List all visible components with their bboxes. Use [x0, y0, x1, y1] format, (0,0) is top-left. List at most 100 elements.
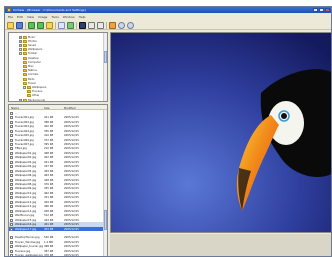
file-modified: 2005/12/15 [64, 245, 79, 249]
tree-item-label: Toucans [32, 90, 43, 94]
file-modified: 2005/12/15 [64, 223, 79, 227]
collapse-icon[interactable]: - [23, 85, 26, 89]
image-viewer[interactable] [110, 32, 331, 233]
tree-scroll-thumb[interactable] [104, 51, 107, 63]
image-file-icon [10, 134, 13, 138]
column-name[interactable]: Name [11, 106, 19, 110]
list-icon[interactable] [97, 21, 104, 29]
tree-item-label: Toolbar [28, 52, 38, 56]
menu-file[interactable]: File [8, 15, 13, 19]
collapse-icon[interactable]: - [19, 52, 22, 56]
search-icon[interactable] [58, 21, 65, 29]
file-size: 421 KB [44, 116, 54, 120]
file-modified: 2005/12/15 [64, 187, 79, 191]
file-size: 466 KB [44, 205, 54, 209]
expand-icon[interactable]: + [19, 98, 22, 101]
menu-window[interactable]: Window [63, 15, 75, 19]
file-modified: 2005/12/15 [64, 240, 79, 244]
image-file-icon [10, 178, 13, 182]
file-size: 210 KB [44, 147, 54, 151]
save-icon[interactable] [16, 21, 23, 29]
folder-tree[interactable]: + Music + Photos + Saved - Wallpapers - Toolbar De… [8, 32, 108, 102]
file-list-header: Name Size Modified [9, 105, 107, 110]
file-size: 448 KB [44, 178, 54, 182]
image-file-icon [10, 174, 13, 178]
tree-item-label: Wallpapers [28, 48, 43, 52]
file-modified: 2005/12/15 [64, 196, 79, 200]
file-name: Toucan007.jpg [15, 142, 34, 146]
expand-icon[interactable]: + [19, 35, 22, 39]
file-size: 410 KB [44, 134, 54, 138]
back-icon[interactable] [28, 21, 35, 29]
title-bar[interactable]: XnView - [Browser - C:\Documents and Set… [5, 7, 331, 13]
file-size: 453 KB [44, 227, 54, 231]
image-file-icon [10, 227, 13, 231]
file-size: 441 KB [44, 160, 54, 164]
file-name: Wallpaper15.jpg [15, 218, 37, 222]
close-button[interactable] [325, 8, 330, 12]
folder-icon [23, 81, 27, 85]
file-size: 372 KB [44, 138, 54, 142]
image-file-icon [10, 142, 13, 146]
tree-item-label: Travel [28, 81, 36, 85]
menu-edit[interactable]: Edit [17, 15, 23, 19]
file-modified: 2005/12/15 [64, 169, 79, 173]
forward-icon[interactable] [37, 21, 44, 29]
tree-item-label: Wallpapers [32, 85, 47, 89]
minimize-button[interactable] [313, 8, 318, 12]
collapse-icon[interactable]: - [19, 48, 22, 52]
tree-item[interactable]: + Backgrounds [19, 98, 45, 101]
file-size: 402 KB [44, 125, 54, 129]
menu-image[interactable]: Image [38, 15, 47, 19]
thumbnails-icon[interactable] [79, 21, 86, 29]
file-list[interactable]: Name Size Modified .. Toucan001.jpg 421 KB… [8, 104, 108, 256]
toolbar-separator [25, 21, 26, 29]
settings-icon[interactable] [118, 21, 125, 29]
file-modified: 2005/12/15 [64, 218, 79, 222]
open-icon[interactable] [7, 21, 14, 29]
file-row[interactable]: Toucan_wallpaper.jpg 476 KB 2005/12/15 [9, 253, 105, 256]
file-modified: 2005/12/15 [64, 214, 79, 218]
up-icon[interactable] [46, 21, 53, 29]
file-modified: 2005/12/15 [64, 147, 79, 151]
folder-icon [27, 90, 31, 94]
image-file-icon [10, 245, 13, 249]
menu-help[interactable]: Help [79, 15, 86, 19]
file-name: Toucan_Window.jpg [15, 240, 41, 244]
file-size: 459 KB [44, 169, 54, 173]
file-modified: 2005/12/15 [64, 227, 79, 231]
file-name: Wallpaper06.jpg [15, 174, 37, 178]
file-name: Toucan005.jpg [15, 134, 34, 138]
folder-icon [23, 77, 27, 81]
menu-view[interactable]: View [27, 15, 34, 19]
tree-item-label: Saved [28, 43, 37, 47]
image-file-icon [10, 218, 13, 222]
tree-scrollbar[interactable] [103, 33, 107, 101]
file-modified: 2005/12/15 [64, 156, 79, 160]
viewer-status-area [110, 234, 331, 256]
file-size: 498 KB [44, 245, 54, 249]
refresh-icon[interactable] [67, 21, 74, 29]
file-name: Wallpaper17.jpg [15, 227, 37, 231]
about-icon[interactable] [127, 21, 134, 29]
file-modified: 2005/12/15 [64, 160, 79, 164]
file-name: .. [15, 111, 17, 115]
column-modified[interactable]: Modified [64, 106, 75, 110]
file-list-scroll-thumb[interactable] [104, 210, 107, 230]
image-file-icon [10, 129, 13, 133]
details-icon[interactable] [88, 21, 95, 29]
file-size: 1.2 MB [44, 240, 53, 244]
file-size: 512 KB [44, 214, 54, 218]
file-name: Toucan002.jpg [15, 120, 34, 124]
maximize-button[interactable] [319, 8, 324, 12]
expand-icon[interactable]: + [19, 43, 22, 47]
file-list-scrollbar[interactable] [103, 110, 107, 256]
expand-icon[interactable]: + [19, 39, 22, 43]
slideshow-icon[interactable] [109, 21, 116, 29]
file-name: Wallpaper10.jpg [15, 191, 37, 195]
menu-tools[interactable]: Tools [51, 15, 58, 19]
column-size[interactable]: Size [44, 106, 50, 110]
image-file-icon [10, 200, 13, 204]
file-name: Wallpaper01.jpg [15, 151, 37, 155]
file-size: 463 KB [44, 174, 54, 178]
